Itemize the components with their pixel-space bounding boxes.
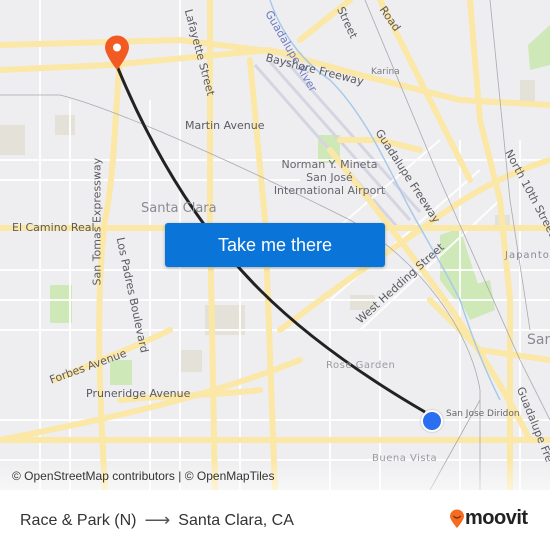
map-label-san-tomas: San Tomas Expressway [90, 157, 104, 286]
arrow-right-icon: ⟶ [144, 510, 171, 530]
footer-bar: Race & Park (N) ⟶ Santa Clara, CA moovit [0, 490, 550, 550]
park-area [528, 25, 550, 70]
map-label-santa-clara: Santa Clara [141, 201, 217, 216]
map-label-japantown: Japantown [505, 250, 550, 261]
map-attribution: © OpenStreetMap contributors | © OpenMap… [0, 460, 550, 490]
map-label-airport: Norman Y. Mineta San José International … [273, 158, 386, 198]
moovit-wordmark: moovit [465, 507, 528, 529]
moovit-pin-icon [450, 509, 464, 528]
park-area [50, 285, 72, 323]
map-label-rose-garden: Rose Garden [326, 360, 396, 371]
location-pin-icon[interactable] [104, 35, 130, 71]
moovit-logo[interactable]: moovit [449, 507, 528, 530]
origin-label: Race & Park (N) [20, 511, 137, 529]
map-label-diridon: San Jose Diridon [446, 409, 520, 419]
take-me-there-button[interactable]: Take me there [165, 223, 385, 267]
route-title: Race & Park (N) ⟶ Santa Clara, CA [20, 510, 294, 531]
map-label-karina: Karina [371, 67, 400, 77]
current-location-dot-icon[interactable] [421, 410, 443, 432]
attribution-text[interactable]: © OpenStreetMap contributors | © OpenMap… [12, 469, 274, 483]
map-label-pruneridge: Pruneridge Avenue [86, 387, 191, 400]
map-label-el-camino: El Camino Real [12, 221, 95, 234]
destination-label: Santa Clara, CA [178, 511, 294, 529]
map-label-san-jose: San [527, 332, 550, 348]
map-label-martin: Martin Avenue [185, 119, 265, 132]
map-view[interactable]: Lafayette Street Guadalupe River Bayshor… [0, 0, 550, 490]
